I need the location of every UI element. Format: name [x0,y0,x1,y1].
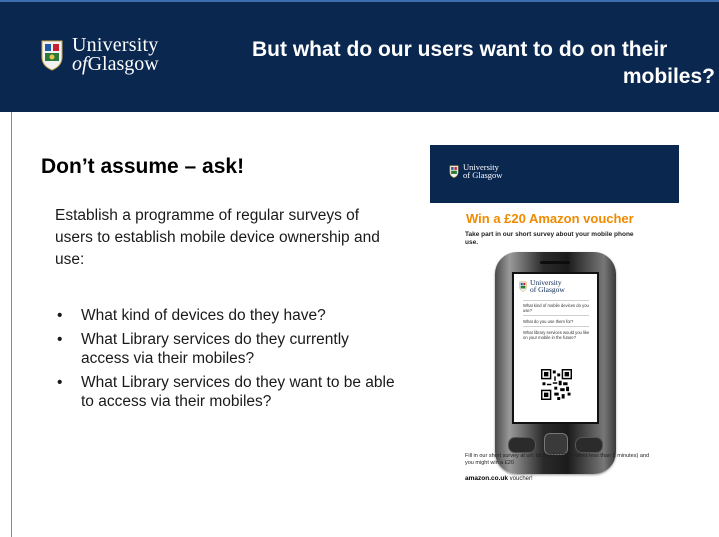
trackpad-icon [544,433,568,455]
bullet-list: What kind of devices do they have? What … [55,306,400,416]
left-rule-divider [11,112,12,537]
end-call-button-icon [575,437,603,453]
screen-divider [523,315,589,316]
call-button-icon [508,437,536,453]
screen-question-3: What library services would you like on … [523,330,590,340]
bullet-item: What kind of devices do they have? [55,306,400,326]
screen-question-1: What kind of mobile devices do you use? [523,303,589,313]
bullet-item: What Library services do they currently … [55,330,400,369]
logo-of: of [72,53,88,75]
poster-title: Win a £20 Amazon voucher [466,211,634,226]
section-heading: Don’t assume – ask! [41,155,245,178]
intro-text: Establish a programme of regular surveys… [55,207,380,268]
poster-logo-line2: of Glasgow [463,170,503,180]
amazon-logo: amazon.co.uk [465,475,508,482]
poster-subtitle: Take part in our short survey about your… [465,231,634,246]
slide-title: But what do our users want to do on thei… [252,36,719,90]
screen-logo-line2: of Glasgow [530,285,565,294]
university-logo: University ofGlasgow [40,35,159,75]
phone-screen: University of Glasgow What kind of mobil… [512,272,599,424]
amazon-voucher-line: amazon.co.uk voucher! [465,475,533,482]
qr-code-icon [541,369,572,400]
screen-logo: University of Glasgow [519,279,565,293]
slide: University ofGlasgow But what do our use… [0,0,719,537]
phone-illustration: University of Glasgow What kind of mobil… [495,252,616,474]
speaker-icon [540,261,570,264]
slide-title-line2: mobiles? [622,65,715,88]
poster-footer-text: Fill in our short survey at url: bit.ly/… [465,453,650,466]
slide-title-line1: But what do our users want to do on thei… [252,38,668,61]
poster-logo: University of Glasgow [449,163,502,179]
poster-header: University of Glasgow [430,145,679,203]
phone-buttons [508,433,603,455]
crest-icon [449,165,459,178]
screen-question-2: What do you use them for? [523,319,574,324]
bullet-item: What Library services do they want to be… [55,373,400,412]
survey-poster: University of Glasgow Win a £20 Amazon v… [430,145,679,500]
slide-header: University ofGlasgow But what do our use… [0,0,719,112]
screen-divider [523,300,589,301]
screen-divider [523,326,589,327]
crest-icon [41,40,63,71]
logo-line2: Glasgow [87,53,159,75]
crest-icon [519,281,527,292]
amazon-suffix: voucher! [507,476,533,482]
